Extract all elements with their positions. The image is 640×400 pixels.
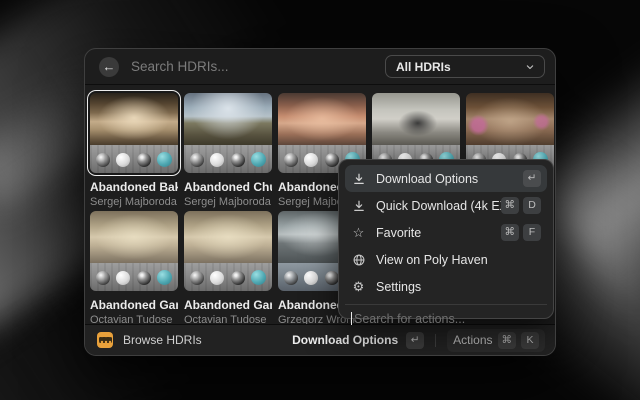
menu-item-favorite[interactable]: ☆ Favorite ⌘ F [345, 219, 547, 246]
hdri-title: Abandoned Games R... [90, 298, 178, 312]
hdri-card[interactable]: Abandoned Church Sergej Majboroda [184, 93, 272, 209]
diffuse-sphere [304, 153, 318, 167]
hdri-author: Octavian Tudose [90, 314, 178, 324]
chrome-sphere [137, 271, 151, 285]
hdri-filter-dropdown[interactable]: All HDRIs [385, 55, 545, 78]
gear-icon: ⚙ [351, 279, 366, 294]
hdri-card[interactable]: Abandoned Games R... Octavian Tudose [90, 211, 178, 324]
star-icon: ☆ [351, 225, 366, 240]
hdri-title: Abandoned Games R... [184, 298, 272, 312]
menu-item-quick-download[interactable]: Quick Download (4k EXR) ⌘ D [345, 192, 547, 219]
chrome-sphere [137, 153, 151, 167]
hdri-thumbnail[interactable] [184, 211, 272, 291]
pano-image [90, 93, 178, 145]
hdri-author: Sergej Majboroda [184, 196, 272, 209]
rough-sphere [157, 270, 172, 285]
hdri-title: Abandoned Church [184, 180, 272, 194]
filter-selected-value: All HDRIs [396, 60, 524, 74]
hdri-title: Abandoned Bakery [90, 180, 178, 194]
actions-search-placeholder: Search for actions... [354, 312, 465, 326]
command-name: Browse HDRIs [123, 333, 292, 347]
glass-sphere [284, 153, 298, 167]
actions-menu: Download Options ↵ Quick Download (4k EX… [338, 159, 554, 319]
glass-sphere [190, 271, 204, 285]
pano-image [90, 211, 178, 263]
rough-sphere [251, 270, 266, 285]
return-key-badge: ↵ [406, 332, 424, 349]
hdri-thumbnail[interactable] [90, 93, 178, 173]
diffuse-sphere [116, 153, 130, 167]
hdri-thumbnail[interactable] [184, 93, 272, 173]
diffuse-sphere [116, 271, 130, 285]
chrome-sphere [325, 153, 339, 167]
command-key-badge: ⌘ [498, 332, 517, 349]
hdri-author: Octavian Tudose [184, 314, 272, 324]
back-button[interactable]: ← [99, 57, 119, 77]
back-arrow-icon: ← [103, 59, 116, 74]
rough-sphere [157, 152, 172, 167]
letter-key-badge: D [523, 197, 541, 214]
glass-sphere [96, 153, 110, 167]
chevron-down-icon [524, 61, 536, 73]
footer-divider [435, 334, 436, 347]
hdri-card[interactable]: Abandoned Bakery Sergej Majboroda [90, 93, 178, 209]
diffuse-sphere [210, 153, 224, 167]
chrome-sphere [231, 271, 245, 285]
pano-image [184, 93, 272, 145]
return-key-badge: ↵ [523, 170, 541, 187]
menu-item-view-on-poly-haven[interactable]: View on Poly Haven [345, 246, 547, 273]
hdri-thumbnail[interactable] [90, 211, 178, 291]
search-bar: ← Search HDRIs... All HDRIs [85, 49, 555, 85]
menu-item-settings[interactable]: ⚙ Settings [345, 273, 547, 300]
chrome-sphere [231, 153, 245, 167]
pano-image [184, 211, 272, 263]
command-key-badge: ⌘ [501, 197, 520, 214]
poly-haven-hdris-logo-icon [97, 332, 113, 348]
menu-item-label: Quick Download (4k EXR) [376, 199, 501, 213]
pano-image [278, 93, 366, 145]
download-icon [351, 171, 366, 186]
letter-key-badge: F [523, 224, 541, 241]
menu-item-label: Settings [376, 280, 541, 294]
primary-action-button[interactable]: Download Options [292, 333, 398, 347]
glass-sphere [190, 153, 204, 167]
actions-search-field[interactable]: Search for actions... [345, 305, 547, 332]
hdri-author: Sergej Majboroda [90, 196, 178, 209]
glass-sphere [96, 271, 110, 285]
menu-item-label: View on Poly Haven [376, 253, 541, 267]
pano-image [466, 93, 554, 145]
rough-sphere [251, 152, 266, 167]
menu-item-label: Favorite [376, 226, 501, 240]
diffuse-sphere [304, 271, 318, 285]
glass-sphere [284, 271, 298, 285]
search-input[interactable]: Search HDRIs... [131, 59, 385, 74]
text-cursor [351, 312, 352, 325]
menu-item-label: Download Options [376, 172, 523, 186]
globe-icon [351, 252, 366, 267]
diffuse-sphere [210, 271, 224, 285]
menu-item-download-options[interactable]: Download Options ↵ [345, 165, 547, 192]
pano-image [372, 93, 460, 145]
launcher-window: ← Search HDRIs... All HDRIs [84, 48, 556, 356]
chrome-sphere [325, 271, 339, 285]
hdri-card[interactable]: Abandoned Games R... Octavian Tudose [184, 211, 272, 324]
command-key-badge: ⌘ [501, 224, 520, 241]
actions-button-label: Actions [453, 333, 492, 347]
letter-key-badge: K [521, 332, 539, 349]
download-icon [351, 198, 366, 213]
